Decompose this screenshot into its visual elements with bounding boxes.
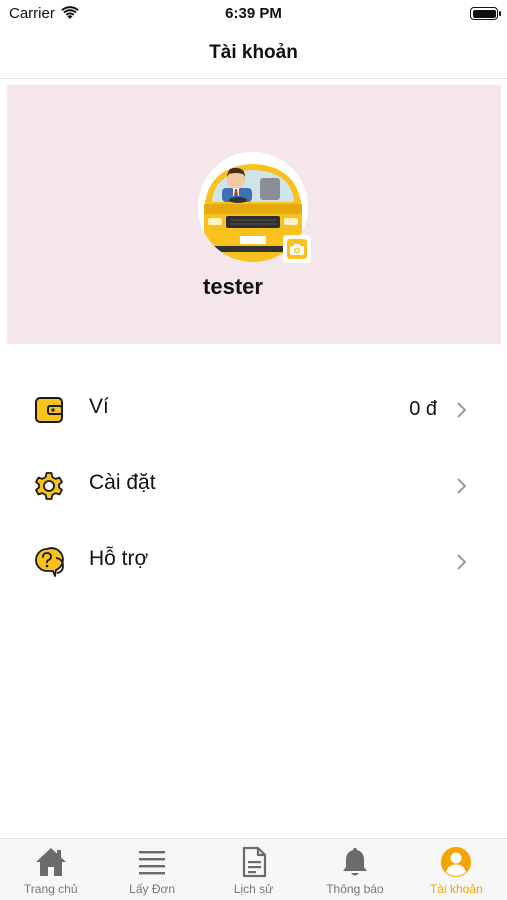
chevron-right-icon: [457, 554, 467, 570]
tab-notifications[interactable]: Thông báo: [304, 839, 405, 900]
bell-icon: [342, 848, 367, 876]
profile-header: tester: [7, 85, 501, 344]
camera-icon: [287, 239, 307, 259]
tab-label: Trang chủ: [23, 882, 78, 896]
tab-label: Lấy Đơn: [129, 882, 176, 896]
battery-icon: [470, 7, 501, 20]
chevron-right-icon: [457, 478, 467, 494]
status-bar: Carrier 6:39 PM: [0, 0, 507, 28]
username: tester: [203, 274, 263, 299]
chevron-right-icon: [457, 402, 467, 418]
menu-item-support[interactable]: Hỗ trợ: [0, 524, 507, 600]
home-icon: [35, 848, 66, 876]
wallet-balance: 0 đ: [409, 398, 437, 420]
menu-item-wallet[interactable]: Ví 0 đ: [0, 372, 507, 448]
tab-home[interactable]: Trang chủ: [0, 839, 101, 900]
help-chat-icon: [35, 547, 64, 577]
clock: 6:39 PM: [225, 5, 282, 22]
wallet-icon: [35, 397, 63, 423]
change-avatar-button[interactable]: [283, 235, 311, 263]
tab-label: Thông báo: [326, 882, 384, 896]
list-icon: [139, 851, 166, 875]
menu-item-label: Hỗ trợ: [89, 547, 149, 570]
menu-item-label: Cài đặt: [89, 471, 156, 494]
document-icon: [242, 846, 266, 878]
account-menu: Ví 0 đ Cài đặt Hỗ trợ: [0, 372, 507, 600]
user-circle-icon: [441, 847, 472, 877]
gear-icon: [35, 472, 63, 500]
battery-fill: [472, 9, 496, 18]
tab-label: Tài khoản: [429, 882, 483, 896]
nav-bar: Tài khoản: [0, 28, 507, 79]
tab-history[interactable]: Lịch sử: [203, 839, 304, 900]
menu-item-label: Ví: [89, 395, 109, 418]
tab-orders[interactable]: Lấy Đơn: [101, 839, 202, 900]
menu-item-settings[interactable]: Cài đặt: [0, 448, 507, 524]
tab-bar: Trang chủ Lấy Đơn Lịch sử Thông báo Tài …: [0, 838, 507, 900]
page-title: Tài khoản: [209, 42, 298, 63]
tab-label: Lịch sử: [233, 882, 274, 896]
tab-account[interactable]: Tài khoản: [406, 839, 507, 900]
